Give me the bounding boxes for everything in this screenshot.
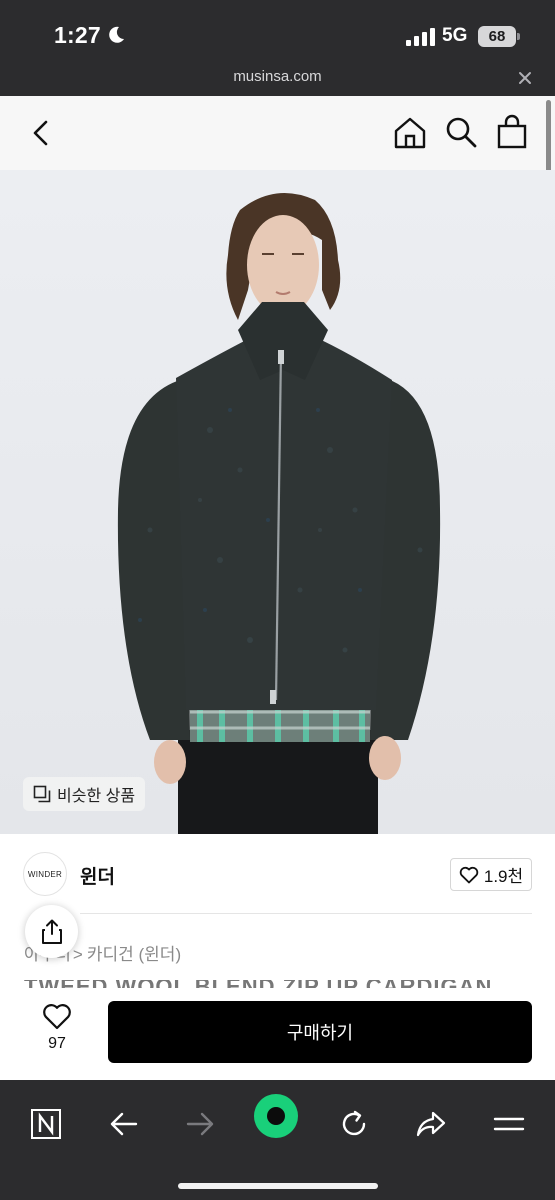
green-circle-icon[interactable] bbox=[254, 1094, 298, 1138]
brand-like-button[interactable]: 1.9천 bbox=[450, 858, 532, 891]
site-header bbox=[0, 96, 555, 170]
similar-products-label: 비슷한 상품 bbox=[57, 788, 136, 805]
share-upload-icon bbox=[41, 919, 62, 944]
product-title: TWEED WOOL BLEND ZIP UP CARDIGAN bbox=[24, 980, 534, 988]
naver-n-icon[interactable] bbox=[24, 1102, 68, 1146]
menu-icon[interactable] bbox=[487, 1102, 531, 1146]
home-icon[interactable] bbox=[392, 115, 428, 151]
product-image[interactable] bbox=[0, 170, 555, 834]
brand-logo[interactable]: WINDER bbox=[23, 852, 67, 896]
heart-outline-icon bbox=[43, 1004, 71, 1030]
buy-button[interactable]: 구매하기 bbox=[108, 1001, 532, 1063]
browser-chrome-top: 1:27 5G 68 musinsa.com bbox=[0, 0, 555, 96]
status-time: 1:27 bbox=[54, 22, 101, 48]
wishlist-button[interactable]: 97 bbox=[28, 1003, 86, 1053]
shopping-bag-icon[interactable] bbox=[495, 114, 529, 150]
similar-products-icon bbox=[33, 785, 51, 803]
arrow-right-icon[interactable] bbox=[178, 1102, 222, 1146]
close-icon[interactable] bbox=[517, 70, 533, 86]
product-title-text: TWEED WOOL BLEND ZIP UP CARDIGAN bbox=[24, 980, 534, 988]
arrow-left-icon[interactable] bbox=[102, 1102, 146, 1146]
search-icon[interactable] bbox=[444, 115, 478, 149]
moon-icon bbox=[109, 26, 124, 43]
breadcrumb-category[interactable]: 카디건 (윈더) bbox=[87, 945, 181, 964]
url-bar[interactable]: musinsa.com bbox=[0, 68, 555, 85]
share-arrow-icon[interactable] bbox=[409, 1102, 453, 1146]
browser-toolbar bbox=[0, 1080, 555, 1200]
heart-outline-icon bbox=[459, 866, 479, 883]
divider bbox=[80, 913, 532, 914]
signal-bars-icon bbox=[406, 28, 435, 46]
model-illustration bbox=[0, 170, 555, 834]
home-indicator[interactable] bbox=[178, 1183, 378, 1189]
brand-like-count: 1.9천 bbox=[483, 867, 524, 886]
network-type: 5G bbox=[442, 25, 468, 46]
wishlist-count: 97 bbox=[48, 1035, 66, 1052]
battery-indicator: 68 bbox=[478, 26, 520, 47]
reload-icon[interactable] bbox=[332, 1102, 376, 1146]
chevron-left-icon[interactable] bbox=[26, 116, 56, 150]
share-button[interactable] bbox=[25, 905, 78, 958]
similar-products-button[interactable]: 비슷한 상품 bbox=[23, 777, 146, 811]
brand-name[interactable]: 윈더 bbox=[80, 862, 115, 889]
